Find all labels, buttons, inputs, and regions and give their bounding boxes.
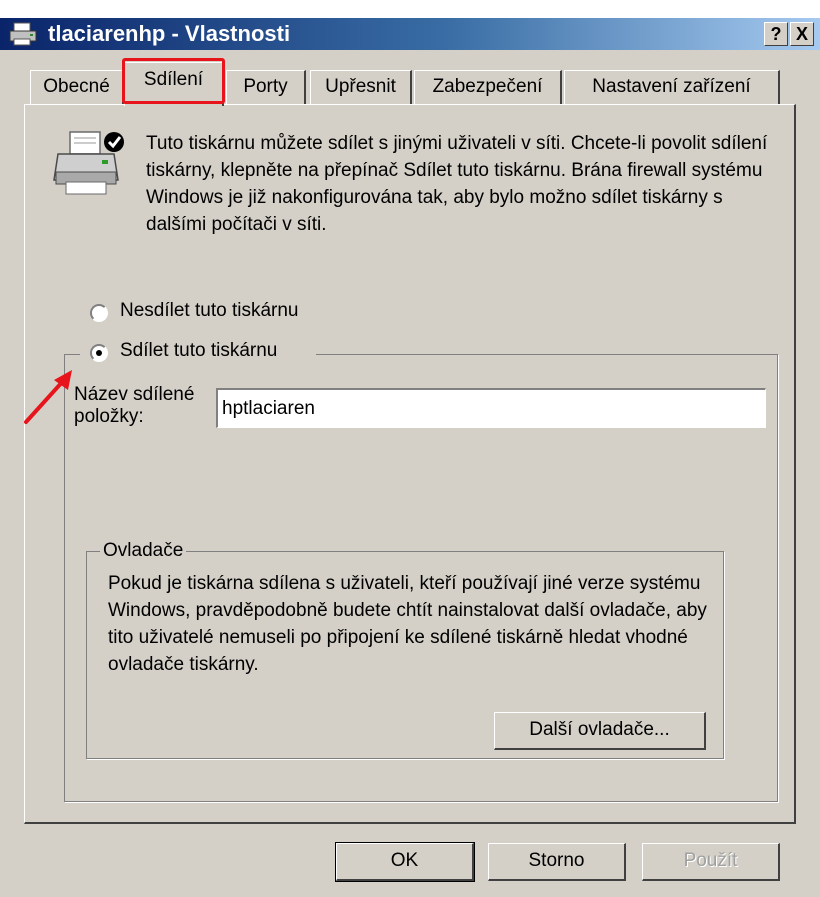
- no-share-label[interactable]: Nesdílet tuto tiskárnu: [120, 300, 298, 322]
- apply-button[interactable]: Použít: [642, 843, 780, 881]
- tab-advanced[interactable]: Upřesnit: [310, 70, 412, 104]
- window-title: tlaciarenhp - Vlastnosti: [48, 21, 291, 46]
- share-name-input[interactable]: [216, 388, 766, 428]
- title-bar[interactable]: tlaciarenhp - Vlastnosti ? X: [0, 18, 820, 50]
- tab-highlight-annotation: [122, 58, 225, 104]
- tab-general[interactable]: Obecné: [30, 70, 124, 104]
- cropped-caption-line: [0, 0, 820, 18]
- no-share-radio[interactable]: [90, 304, 108, 322]
- share-name-label: Název sdílené položky:: [74, 384, 195, 427]
- additional-drivers-button[interactable]: Další ovladače...: [494, 712, 706, 750]
- tab-device-settings[interactable]: Nastavení zařízení: [564, 70, 780, 104]
- close-button[interactable]: X: [790, 22, 814, 46]
- red-arrow-annotation-icon: [24, 370, 72, 424]
- drivers-info-text: Pokud je tiskárna sdílena s uživateli, k…: [108, 573, 707, 675]
- shared-printer-icon: [53, 131, 124, 195]
- drivers-legend: Ovladače: [100, 540, 187, 562]
- help-button[interactable]: ?: [764, 22, 788, 46]
- tab-security[interactable]: Zabezpečení: [414, 70, 562, 104]
- radio-dot-icon: [96, 350, 102, 356]
- share-label[interactable]: Sdílet tuto tiskárnu: [120, 340, 277, 362]
- printer-window-icon: [9, 22, 37, 46]
- cancel-button[interactable]: Storno: [488, 843, 626, 881]
- sharing-info-text: Tuto tiskárnu můžete sdílet s jinými uži…: [146, 133, 768, 235]
- tab-ports[interactable]: Porty: [226, 70, 306, 104]
- share-radio[interactable]: [90, 344, 108, 362]
- ok-button[interactable]: OK: [335, 842, 475, 882]
